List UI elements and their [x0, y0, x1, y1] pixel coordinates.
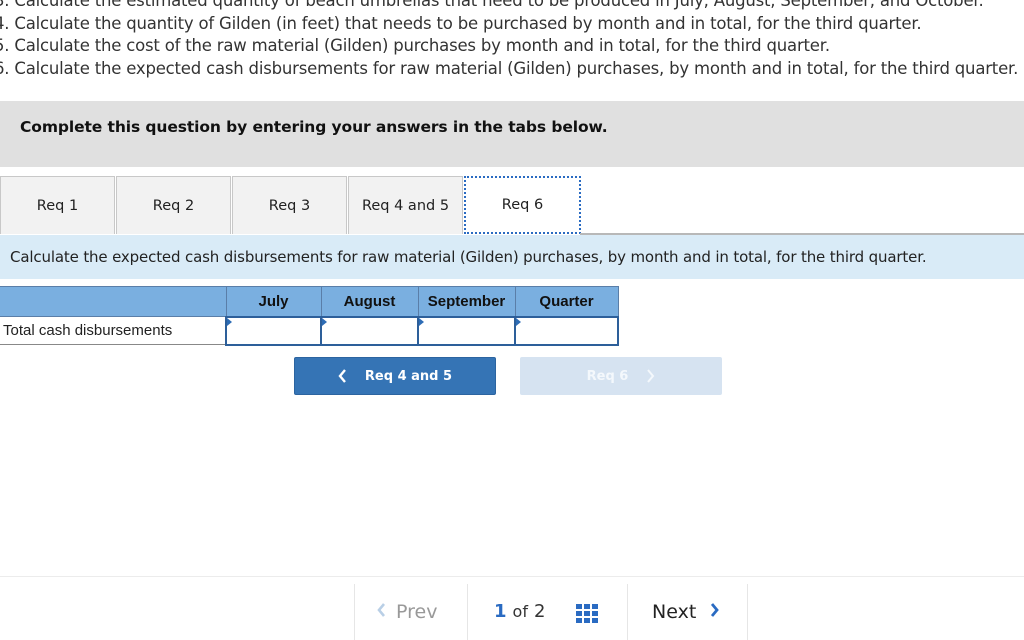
prev-requirement-label: Req 4 and 5	[364, 368, 453, 384]
prev-page-label: Prev	[396, 601, 438, 623]
page-of-label: of	[512, 602, 528, 621]
requirement-5: 5. Calculate the cost of the raw materia…	[0, 36, 830, 55]
tab-req-1[interactable]: Req 1	[0, 176, 115, 234]
cell-september	[417, 315, 516, 346]
tab-req-3[interactable]: Req 3	[232, 176, 347, 234]
requirements-list: 3. Calculate the estimated quantity of b…	[0, 0, 1024, 80]
footer-separator	[467, 584, 468, 640]
chevron-right-icon	[646, 369, 655, 383]
current-page: 1	[494, 601, 507, 622]
page-indicator: 1 of 2	[494, 601, 545, 622]
tab-req-2[interactable]: Req 2	[116, 176, 231, 234]
requirement-3: 3. Calculate the estimated quantity of b…	[0, 0, 984, 10]
answer-table: July August September Quarter Total cash…	[0, 286, 619, 346]
september-input[interactable]	[419, 318, 514, 343]
footer-separator	[354, 584, 355, 640]
task-description: Calculate the expected cash disbursement…	[10, 248, 927, 266]
cell-quarter	[514, 315, 619, 346]
pagination-footer: Prev 1 of 2 Next	[354, 584, 748, 640]
input-flag-icon	[322, 317, 327, 326]
tab-req-6[interactable]: Req 6	[464, 176, 581, 234]
table-header-row: July August September Quarter	[0, 286, 619, 317]
column-header-july: July	[225, 286, 322, 317]
august-input[interactable]	[322, 318, 417, 343]
total-pages: 2	[533, 601, 546, 622]
column-header-quarter: Quarter	[514, 286, 619, 317]
cell-july	[225, 315, 322, 346]
column-header-label	[0, 286, 227, 317]
table-row: Total cash disbursements	[0, 315, 619, 346]
chevron-left-icon	[338, 369, 347, 383]
next-page-label: Next	[652, 601, 697, 623]
cell-august	[320, 315, 419, 346]
tab-req-4-and-5[interactable]: Req 4 and 5	[348, 176, 463, 234]
requirement-4: 4. Calculate the quantity of Gilden (in …	[0, 13, 922, 33]
input-flag-icon	[419, 317, 424, 326]
prev-page-button[interactable]: Prev	[376, 601, 437, 623]
chevron-right-icon	[710, 601, 720, 623]
column-header-august: August	[320, 286, 419, 317]
july-input[interactable]	[227, 318, 320, 343]
chevron-left-icon	[376, 601, 386, 623]
input-flag-icon	[227, 317, 232, 326]
next-requirement-button: Req 6	[520, 357, 722, 395]
footer-divider	[0, 576, 1024, 577]
footer-separator	[747, 584, 748, 640]
grid-icon[interactable]	[576, 604, 598, 623]
column-header-september: September	[417, 286, 516, 317]
footer-separator	[627, 584, 628, 640]
requirement-6: 6. Calculate the expected cash disbursem…	[0, 58, 1019, 78]
next-page-button[interactable]: Next	[652, 601, 720, 623]
prev-requirement-button[interactable]: Req 4 and 5	[294, 357, 496, 395]
row-label-total-cash-disbursements: Total cash disbursements	[0, 316, 227, 345]
input-flag-icon	[516, 317, 521, 326]
next-requirement-label: Req 6	[586, 368, 629, 384]
quarter-input[interactable]	[516, 318, 617, 343]
instruction-text: Complete this question by entering your …	[20, 118, 608, 136]
